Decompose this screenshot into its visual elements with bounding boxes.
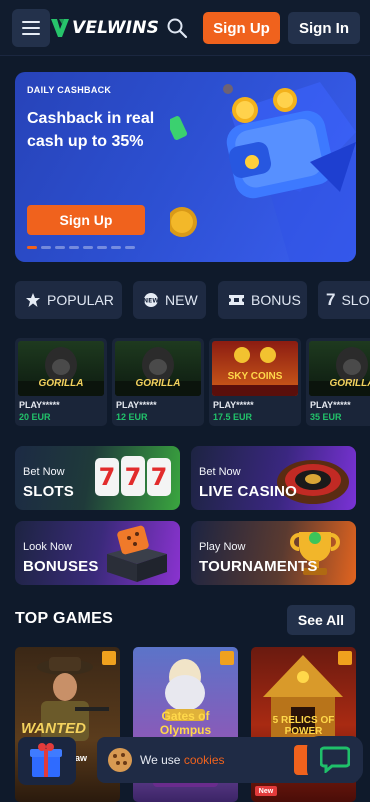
banner-signup-button[interactable]: Sign Up — [27, 205, 145, 235]
tab-label: BONUS — [251, 292, 301, 308]
tile-subtitle: Play Now — [199, 541, 246, 553]
signup-button[interactable]: Sign Up — [203, 12, 280, 44]
carousel-dot[interactable] — [69, 246, 79, 249]
game-title: Gates of Olympus — [159, 709, 212, 737]
star-icon — [25, 292, 41, 308]
tab-label: SLO — [341, 292, 370, 308]
tile-title: BONUSES — [23, 558, 99, 575]
carousel-dot[interactable] — [83, 246, 93, 249]
carousel-dot[interactable] — [55, 246, 65, 249]
tile-title: LIVE CASINO — [199, 483, 298, 500]
tile-title: TOURNAMENTS — [199, 558, 318, 575]
game-name: PLAY***** — [19, 400, 60, 410]
games-row: GORILLA PLAY***** 20 EUR GORILLA PLAY***… — [15, 338, 370, 426]
game-name: PLAY***** — [116, 400, 157, 410]
game-card[interactable]: GORILLA PLAY***** 12 EUR — [112, 338, 204, 426]
bonuses-tile[interactable]: Look Now BONUSES — [15, 521, 180, 585]
carousel-dot[interactable] — [125, 246, 135, 249]
velwins-logo[interactable]: VELWINS — [50, 15, 159, 41]
gift-button[interactable] — [18, 737, 76, 785]
game-name: PLAY***** — [310, 400, 351, 410]
gift-icon — [30, 743, 62, 777]
cookies-link[interactable]: cookies — [184, 753, 225, 767]
banner-tag: DAILY CASHBACK — [27, 85, 112, 95]
trophy-icon — [290, 532, 340, 575]
game-price: 17.5 EUR — [213, 412, 253, 422]
tile-title: SLOTS — [23, 483, 75, 500]
tile-subtitle: Bet Now — [199, 466, 241, 478]
game-name: PLAY***** — [213, 400, 254, 410]
game-title: GORILLA — [135, 378, 181, 389]
favorite-badge-icon[interactable] — [338, 651, 352, 665]
carousel-dot[interactable] — [97, 246, 107, 249]
tab-new[interactable]: NEW NEW — [133, 281, 206, 319]
game-price: 35 EUR — [310, 412, 342, 422]
carousel-dots — [27, 246, 135, 249]
game-title: WANTED — [21, 720, 86, 737]
slots-tile[interactable]: 7 7 7 Bet Now SLOTS — [15, 446, 180, 510]
gift-box-icon — [107, 525, 167, 582]
top-header: VELWINS Sign Up Sign In — [0, 0, 370, 56]
carousel-dot[interactable] — [27, 246, 37, 249]
tab-label: POPULAR — [47, 292, 114, 308]
game-price: 20 EUR — [19, 412, 51, 422]
category-tabs: POPULAR NEW NEW BONUS 7 SLO — [15, 281, 370, 319]
carousel-dot[interactable] — [111, 246, 121, 249]
favorite-badge-icon[interactable] — [220, 651, 234, 665]
tab-label: NEW — [165, 292, 198, 308]
cookie-message: We use — [140, 753, 184, 767]
game-thumbnail: SKY COINS — [212, 341, 298, 396]
new-badge: New — [255, 786, 277, 796]
wallet-illustration — [170, 82, 356, 262]
hamburger-menu-button[interactable] — [12, 9, 50, 47]
tile-subtitle: Look Now — [23, 541, 72, 553]
svg-text:7: 7 — [125, 463, 142, 491]
game-title: 5 RELICS OF POWER — [272, 715, 335, 737]
search-icon[interactable] — [166, 17, 188, 39]
game-title: GORILLA — [329, 378, 370, 389]
slot-machine-icon: 7 7 7 — [95, 456, 171, 496]
carousel-dot[interactable] — [41, 246, 51, 249]
svg-text:7: 7 — [99, 463, 116, 491]
cookie-text: We use cookies — [140, 753, 225, 767]
chat-button[interactable] — [307, 736, 363, 782]
tab-popular[interactable]: POPULAR — [15, 281, 122, 319]
game-title: GORILLA — [38, 378, 84, 389]
live-casino-tile[interactable]: Bet Now LIVE CASINO — [191, 446, 356, 510]
menu-line — [22, 21, 40, 23]
menu-line — [22, 27, 40, 29]
see-all-button[interactable]: See All — [287, 605, 355, 635]
game-thumbnail: GORILLA — [309, 341, 370, 396]
tab-slots[interactable]: 7 SLO — [318, 281, 370, 319]
top-games-heading: TOP GAMES — [15, 610, 114, 627]
signin-button[interactable]: Sign In — [288, 12, 360, 44]
game-card[interactable]: GORILLA PLAY***** 20 EUR — [15, 338, 107, 426]
tile-subtitle: Bet Now — [23, 466, 65, 478]
svg-text:7: 7 — [151, 463, 168, 491]
menu-line — [22, 33, 40, 35]
new-badge-icon: NEW — [143, 292, 159, 308]
chat-bubble-icon — [320, 746, 350, 773]
game-price: 12 EUR — [116, 412, 148, 422]
logo-text: VELWINS — [72, 18, 160, 38]
game-card[interactable]: GORILLA PLAY***** 35 EUR — [306, 338, 370, 426]
game-thumbnail: GORILLA — [115, 341, 201, 396]
cookie-icon — [108, 748, 132, 772]
banner-title: Cashback in real cash up to 35% — [27, 110, 155, 150]
game-thumbnail: GORILLA — [18, 341, 104, 396]
svg-text:NEW: NEW — [143, 298, 159, 305]
game-title: SKY COINS — [227, 371, 283, 382]
game-card[interactable]: SKY COINS PLAY***** 17.5 EUR — [209, 338, 301, 426]
logo-mark-icon — [51, 19, 69, 37]
seven-icon: 7 — [326, 290, 336, 309]
tab-bonus[interactable]: BONUS — [218, 281, 307, 319]
tournaments-tile[interactable]: Play Now TOURNAMENTS — [191, 521, 356, 585]
cashback-banner[interactable]: DAILY CASHBACK Cashback in real cash up … — [15, 72, 356, 262]
favorite-badge-icon[interactable] — [102, 651, 116, 665]
ticket-icon — [228, 293, 245, 307]
